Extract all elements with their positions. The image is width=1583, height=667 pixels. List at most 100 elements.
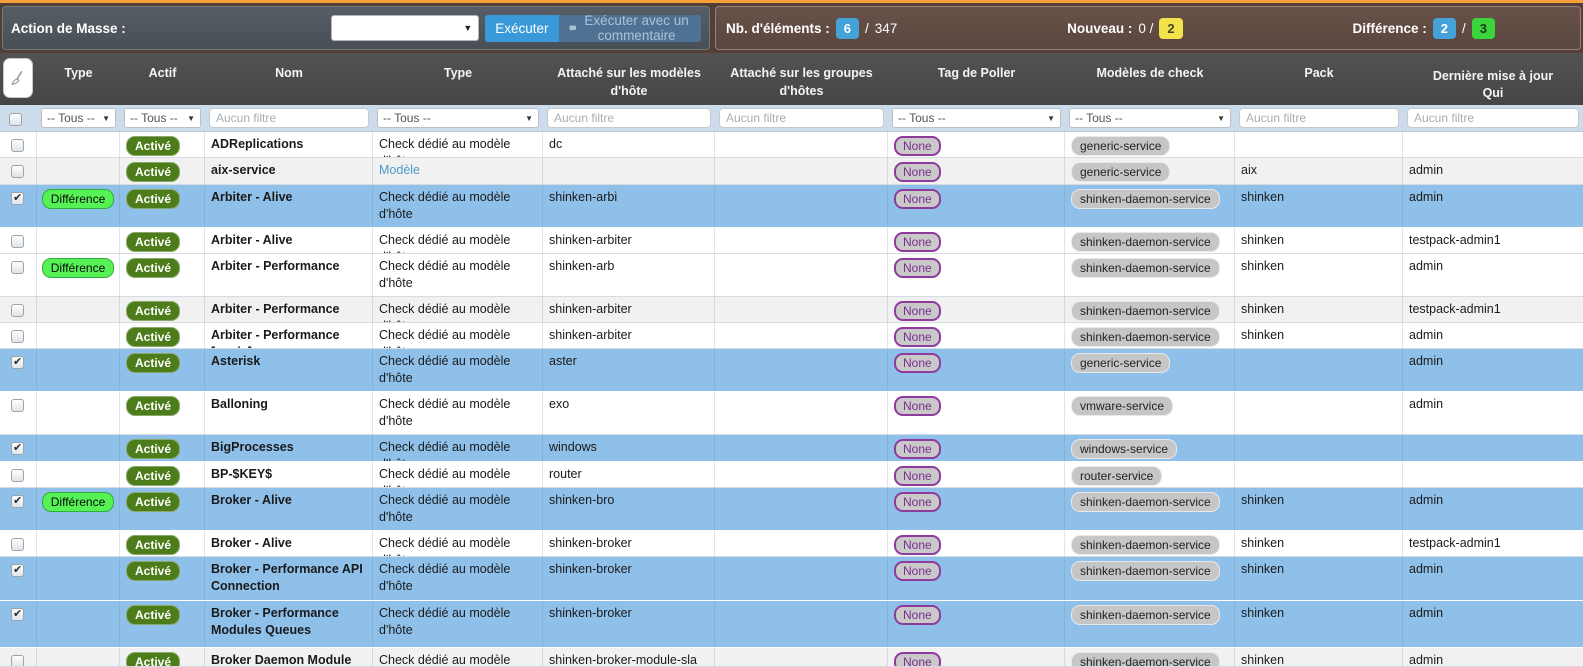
row-checkbox[interactable]	[11, 261, 24, 274]
header-col-host-templates[interactable]: Attaché sur les modèles d'hôte	[543, 53, 715, 105]
last-update-user: admin	[1409, 605, 1443, 622]
select-all-checkbox[interactable]	[9, 113, 22, 126]
row-checkbox[interactable]	[11, 165, 24, 178]
last-update-user: admin	[1409, 652, 1443, 666]
row-checkbox[interactable]	[11, 469, 24, 482]
service-name[interactable]: Balloning	[211, 396, 268, 413]
table-row[interactable]: Activé Broker Daemon Module SLA Check dé…	[0, 648, 1583, 667]
filter-actif-select[interactable]: -- Tous -- ▼	[124, 108, 201, 128]
mass-action-select[interactable]: ▼	[331, 15, 479, 41]
service-name[interactable]: BigProcesses	[211, 439, 294, 456]
filter-nom-input[interactable]	[209, 108, 369, 128]
header-col-check-templates[interactable]: Modèles de check	[1065, 53, 1235, 105]
service-type: Check dédié au modèle d'hôte	[379, 492, 536, 526]
table-body: Activé ADReplications Check dédié au mod…	[0, 132, 1583, 667]
filter-last-update-input[interactable]	[1407, 108, 1579, 128]
row-checkbox[interactable]	[11, 192, 24, 205]
service-type: Check dédié au modèle d'hôte	[379, 439, 536, 461]
service-name[interactable]: Broker Daemon Module SLA	[211, 652, 366, 666]
header-col-poller-tag[interactable]: Tag de Poller	[888, 53, 1065, 105]
row-checkbox[interactable]	[11, 564, 24, 577]
service-type: Check dédié au modèle d'hôte	[379, 301, 536, 322]
host-templates: dc	[549, 136, 562, 153]
check-template-badge: shinken-daemon-service	[1071, 652, 1220, 666]
header-col-host-groups[interactable]: Attaché sur les groupes d'hôtes	[715, 53, 888, 105]
active-badge: Activé	[126, 466, 180, 486]
table-row[interactable]: Activé BP-$KEY$ Check dédié au modèle d'…	[0, 462, 1583, 488]
active-badge: Activé	[126, 136, 180, 156]
check-template-badge: shinken-daemon-service	[1071, 232, 1220, 252]
service-name[interactable]: Arbiter - Alive	[211, 232, 293, 249]
difference-selected-badge: 2	[1433, 18, 1456, 39]
chevron-down-icon: ▼	[463, 23, 472, 33]
service-name[interactable]: ADReplications	[211, 136, 303, 153]
service-name[interactable]: Arbiter - Performance [copie]	[211, 327, 366, 348]
table-row[interactable]: Différence Activé Broker - Alive Check d…	[0, 488, 1583, 531]
poller-tag-badge: None	[894, 327, 941, 347]
table-row[interactable]: Activé Balloning Check dédié au modèle d…	[0, 392, 1583, 435]
service-name[interactable]: Broker - Performance Modules Queues	[211, 605, 366, 639]
row-checkbox[interactable]	[11, 304, 24, 317]
row-checkbox[interactable]	[11, 139, 24, 152]
chevron-down-icon: ▼	[187, 114, 195, 123]
row-checkbox[interactable]	[11, 495, 24, 508]
filter-host-groups-input[interactable]	[719, 108, 884, 128]
host-templates: router	[549, 466, 582, 483]
pack: shinken	[1241, 535, 1284, 552]
filter-check-templates-select[interactable]: -- Tous -- ▼	[1069, 108, 1231, 128]
header-col-actif[interactable]: Actif	[120, 53, 205, 105]
check-template-badge: shinken-daemon-service	[1071, 492, 1220, 512]
filter-type-badge-select[interactable]: -- Tous -- ▼	[41, 108, 116, 128]
table-row[interactable]: Activé ADReplications Check dédié au mod…	[0, 132, 1583, 158]
row-checkbox[interactable]	[11, 356, 24, 369]
table-row[interactable]: Activé Broker - Performance API Connecti…	[0, 557, 1583, 601]
service-name[interactable]: aix-service	[211, 162, 276, 179]
header-col-nom[interactable]: Nom	[205, 53, 373, 105]
filter-pack-input[interactable]	[1239, 108, 1399, 128]
filter-poller-tag-select[interactable]: -- Tous -- ▼	[892, 108, 1061, 128]
table-row[interactable]: Activé Broker - Alive Check dédié au mod…	[0, 531, 1583, 557]
filter-host-templates-input[interactable]	[547, 108, 711, 128]
filter-type-select[interactable]: -- Tous -- ▼	[377, 108, 539, 128]
service-name[interactable]: Arbiter - Performance	[211, 301, 340, 318]
row-checkbox[interactable]	[11, 330, 24, 343]
active-badge: Activé	[126, 439, 180, 459]
row-checkbox[interactable]	[11, 538, 24, 551]
clear-filters-button[interactable]	[3, 58, 33, 98]
row-checkbox[interactable]	[11, 399, 24, 412]
service-name[interactable]: Arbiter - Performance	[211, 258, 340, 275]
service-name[interactable]: Broker - Performance API Connection	[211, 561, 366, 595]
service-name[interactable]: Arbiter - Alive	[211, 189, 293, 206]
table-row[interactable]: Activé Arbiter - Performance [copie] Che…	[0, 323, 1583, 349]
execute-button[interactable]: Exécuter	[485, 15, 558, 42]
table-row[interactable]: Différence Activé Arbiter - Performance …	[0, 254, 1583, 297]
table-row[interactable]: Activé BigProcesses Check dédié au modèl…	[0, 435, 1583, 462]
row-checkbox[interactable]	[11, 655, 24, 666]
last-update-user: admin	[1409, 162, 1443, 179]
row-checkbox[interactable]	[11, 235, 24, 248]
service-name[interactable]: Broker - Alive	[211, 535, 292, 552]
table-row[interactable]: Activé Arbiter - Performance Check dédié…	[0, 297, 1583, 323]
header-col-last-update[interactable]: Dernière mise à jour Qui	[1403, 53, 1583, 105]
table-row[interactable]: Activé Asterisk Check dédié au modèle d'…	[0, 349, 1583, 392]
header-col-pack[interactable]: Pack	[1235, 53, 1403, 105]
table-row[interactable]: Différence Activé Arbiter - Alive Check …	[0, 185, 1583, 228]
check-template-badge: shinken-daemon-service	[1071, 189, 1220, 209]
host-templates: shinken-arbiter	[549, 327, 632, 344]
service-name[interactable]: Broker - Alive	[211, 492, 292, 509]
table-row[interactable]: Activé aix-service Modèle None generic-s…	[0, 158, 1583, 185]
header-col-type[interactable]: Type	[373, 53, 543, 105]
row-checkbox[interactable]	[11, 442, 24, 455]
row-checkbox[interactable]	[11, 608, 24, 621]
check-template-badge: shinken-daemon-service	[1071, 535, 1220, 555]
pack: aix	[1241, 162, 1257, 179]
last-update-user: admin	[1409, 258, 1443, 275]
table-row[interactable]: Activé Broker - Performance Modules Queu…	[0, 601, 1583, 648]
service-type: Check dédié au modèle d'hôte	[379, 136, 536, 157]
service-name[interactable]: Asterisk	[211, 353, 260, 370]
execute-with-comment-button[interactable]: Exécuter avec un commentaire	[559, 15, 701, 42]
service-name[interactable]: BP-$KEY$	[211, 466, 272, 483]
table-row[interactable]: Activé Arbiter - Alive Check dédié au mo…	[0, 228, 1583, 254]
service-type: Check dédié au modèle d'hôte	[379, 232, 536, 253]
header-col-type-badge[interactable]: Type	[37, 53, 120, 105]
